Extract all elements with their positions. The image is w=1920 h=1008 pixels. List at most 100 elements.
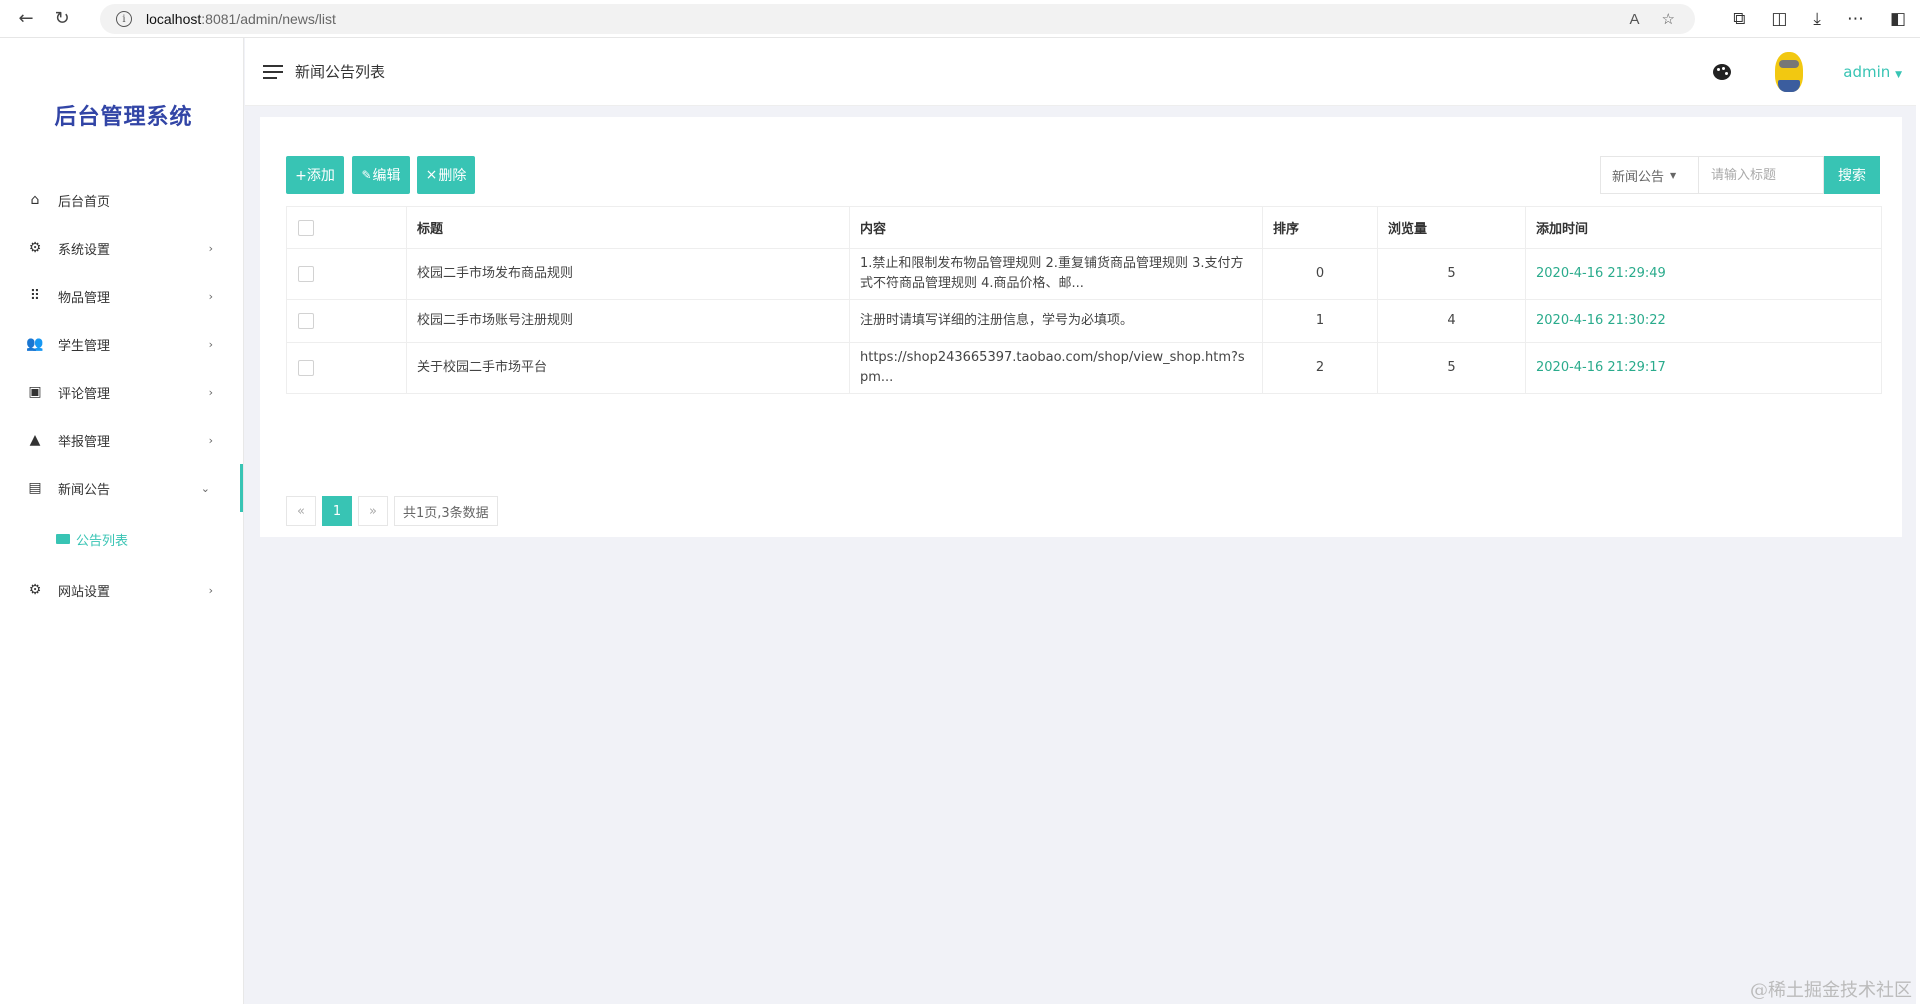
row-checkbox[interactable] [298,312,314,329]
cell-sort: 0 [1262,248,1378,300]
palette-icon[interactable] [1713,64,1732,80]
prev-page-button[interactable]: « [286,496,316,526]
sidebar-menu: ⌂ 后台首页 ⚙ 系统设置 › ⠿ 物品管理 › 👥 学生管理 › ▣ 评论管理 › ▲ 举报管理 › ▤ 新闻公告… [4,176,243,614]
menu-toggle-icon[interactable] [263,64,283,79]
search-filter: 新闻公告 ▼ 搜索 [1600,156,1880,194]
add-label: +添加 [295,168,335,184]
table-header-row: 标题 内容 排序 浏览量 添加时间 [286,206,1882,249]
row-checkbox[interactable] [298,359,314,376]
cell-content: https://shop243665397.taobao.com/shop/vi… [849,342,1263,394]
chevron-right-icon: › [208,337,213,351]
download-icon[interactable]: ⤓ [1813,9,1821,29]
row-checkbox-cell [286,342,407,394]
sidebar-item-5[interactable]: ▲ 举报管理 › [4,416,243,464]
add-button[interactable]: +添加 [286,156,344,194]
caret-down-icon: ▼ [1895,70,1902,80]
sidebar-item-6[interactable]: ▤ 新闻公告 ⌄ [4,464,243,512]
back-icon[interactable]: ← [8,0,44,38]
favorite-star-icon[interactable]: ☆ [1662,10,1675,28]
next-page-button[interactable]: » [358,496,388,526]
gear-icon: ⚙ [28,582,42,598]
url-host: localhost [146,11,202,27]
sidebar-item-label: 新闻公告 [58,482,111,498]
cell-views: 5 [1377,342,1526,394]
sidebar-item-4[interactable]: ▣ 评论管理 › [4,368,243,416]
more-icon[interactable]: ⋯ [1847,9,1864,29]
split-screen-icon[interactable]: ◫ [1771,9,1787,29]
search-input[interactable] [1698,156,1824,194]
header-title: 标题 [406,206,850,249]
content-card: +添加 ✎编辑 ×删除 新闻公告 ▼ 搜索 标题 内容 排序 浏览量 添加时间 [260,117,1902,537]
chevron-right-icon: › [208,583,213,597]
sidebar-subitem-news-list[interactable]: 公告列表 [4,512,243,566]
watermark: @稀土掘金技术社区 [1750,980,1912,1001]
url-path: :8081/admin/news/list [201,11,336,27]
delete-label: 删除 [438,168,467,184]
header-checkbox-cell [286,206,407,249]
row-checkbox-cell [286,299,407,343]
chevron-right-icon: › [208,385,213,399]
top-bar: 新闻公告列表 admin ▼ [245,38,1916,106]
pencil-icon: ✎ [361,168,372,182]
chevron-right-icon: › [208,241,213,255]
home-icon: ⌂ [30,192,40,208]
page-info: 共1页,3条数据 [394,496,498,526]
sidebar-item-7[interactable]: ⚙ 网站设置 › [4,566,243,614]
table-row[interactable]: 校园二手市场账号注册规则 注册时请填写详细的注册信息，学号为必填项。 1 4 2… [286,299,1882,343]
sidebar-item-label: 评论管理 [58,386,111,402]
page-1-button[interactable]: 1 [322,496,352,526]
sidebar-item-0[interactable]: ⌂ 后台首页 [4,176,243,224]
cell-title: 关于校园二手市场平台 [406,342,850,394]
cell-title: 校园二手市场发布商品规则 [406,248,850,300]
cell-title: 校园二手市场账号注册规则 [406,299,850,343]
sidebar-item-2[interactable]: ⠿ 物品管理 › [4,272,243,320]
edit-button[interactable]: ✎ 编辑 [352,156,410,194]
close-icon: × [425,167,438,183]
category-select[interactable]: 新闻公告 ▼ [1600,156,1698,194]
warning-icon: ▲ [29,432,41,448]
table-row[interactable]: 关于校园二手市场平台 https://shop243665397.taobao.… [286,342,1882,394]
read-aloud-icon[interactable]: A [1630,11,1640,28]
extensions-icon[interactable]: ⧉ [1733,9,1745,29]
select-all-checkbox[interactable] [298,219,314,236]
chevron-down-icon: ⌄ [200,481,210,495]
sidebar: 后台管理系统 ⌂ 后台首页 ⚙ 系统设置 › ⠿ 物品管理 › 👥 学生管理 › ▣ 评论管理 › ▲ 举报管… [4,38,244,1004]
header-views: 浏览量 [1377,206,1526,249]
grid-icon: ⠿ [29,288,41,304]
category-value: 新闻公告 [1612,169,1665,185]
list-icon [56,534,70,544]
address-bar[interactable]: i localhost:8081/admin/news/list A ☆ [100,4,1695,34]
gear-icon: ⚙ [28,240,42,256]
user-menu[interactable]: admin ▼ [1843,63,1902,81]
sidebar-item-3[interactable]: 👥 学生管理 › [4,320,243,368]
sidebar-item-label: 举报管理 [58,434,111,450]
sidebar-item-label: 系统设置 [58,242,111,258]
brand-title: 后台管理系统 [54,105,193,130]
cell-sort: 1 [1262,299,1378,343]
caret-down-icon: ▼ [1670,170,1677,180]
search-button[interactable]: 搜索 [1824,156,1880,194]
chevron-right-icon: › [208,433,213,447]
info-icon[interactable]: i [116,11,132,27]
row-checkbox-cell [286,248,407,300]
cell-views: 5 [1377,248,1526,300]
header-time: 添加时间 [1525,206,1882,249]
avatar[interactable] [1775,52,1804,92]
users-icon: 👥 [26,336,44,352]
sidebar-item-1[interactable]: ⚙ 系统设置 › [4,224,243,272]
sidebar-item-label: 物品管理 [58,290,111,306]
pagination: « 1 » 共1页,3条数据 [286,496,498,526]
sidebar-toggle-icon[interactable]: ◧ [1890,9,1906,29]
cell-time: 2020-4-16 21:29:17 [1525,342,1882,394]
row-checkbox[interactable] [298,265,314,282]
sidebar-subitem-label: 公告列表 [76,533,129,549]
sidebar-item-label: 网站设置 [58,584,111,600]
reload-icon[interactable]: ↻ [44,0,80,38]
cell-time: 2020-4-16 21:30:22 [1525,299,1882,343]
table-row[interactable]: 校园二手市场发布商品规则 1.禁止和限制发布物品管理规则 2.重复铺货商品管理规… [286,248,1882,300]
user-name: admin [1843,63,1891,81]
chevron-right-icon: › [208,289,213,303]
cell-content: 1.禁止和限制发布物品管理规则 2.重复铺货商品管理规则 3.支付方式不符商品管… [849,248,1263,300]
delete-button[interactable]: × 删除 [417,156,475,194]
cell-views: 4 [1377,299,1526,343]
